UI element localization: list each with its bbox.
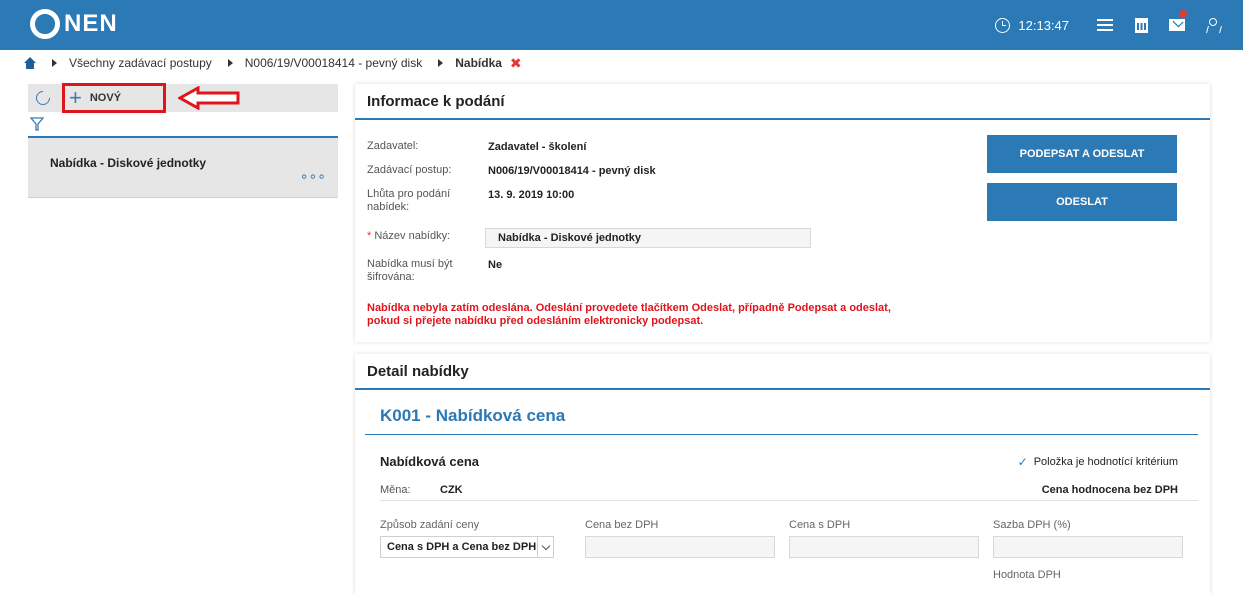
price-method-value: Cena s DPH a Cena bez DPH — [387, 541, 537, 553]
vat-rate-input[interactable] — [993, 536, 1183, 558]
offers-sidebar: + NOVÝ Nabídka - Diskové jednotky ∘∘∘ — [28, 83, 338, 198]
offer-name-value: Nabídka - Diskové jednotky — [498, 232, 642, 244]
home-icon[interactable] — [24, 57, 36, 69]
clock-icon — [995, 17, 1011, 33]
warning-line: pokud si přejete nabídku před odesláním … — [367, 315, 704, 327]
panel-title: Detail nabídky — [355, 354, 1210, 390]
list-item-title: Nabídka - Diskové jednotky — [50, 156, 207, 170]
list-item[interactable]: Nabídka - Diskové jednotky ∘∘∘ — [28, 136, 338, 198]
offer-detail-panel: Detail nabídky K001 - Nabídková cena Nab… — [355, 354, 1210, 594]
menu-icon — [1097, 19, 1113, 31]
offer-name-field[interactable]: Nabídka - Diskové jednotky — [485, 228, 811, 248]
calculator-icon — [1134, 17, 1148, 33]
sign-and-send-button[interactable]: PODEPSAT A ODESLAT — [987, 135, 1177, 173]
section-divider — [365, 434, 1198, 435]
breadcrumb-all-procedures[interactable]: Všechny zadávací postupy — [69, 56, 212, 70]
info-label: Zadávací postup: — [367, 164, 452, 176]
logo-text: NEN — [64, 10, 118, 37]
more-options-icon[interactable]: ∘∘∘ — [300, 169, 326, 183]
check-icon: ✓ — [1017, 455, 1028, 469]
panel-title: Informace k podání — [355, 84, 1210, 120]
new-offer-button[interactable]: + NOVÝ — [62, 83, 166, 113]
breadcrumb-current: Nabídka — [455, 56, 502, 70]
logo-mark-icon — [30, 9, 60, 39]
mail-icon — [1169, 19, 1185, 31]
price-without-vat-input[interactable] — [585, 536, 775, 558]
currency-value: CZK — [440, 484, 463, 496]
vat-rate-label: Sazba DPH (%) — [993, 519, 1071, 531]
section-title: K001 - Nabídková cena — [380, 406, 566, 425]
breadcrumb: Všechny zadávací postupy N006/19/V000184… — [0, 50, 1243, 76]
user-button[interactable] — [1195, 0, 1231, 50]
info-value: N006/19/V00018414 - pevný disk — [488, 165, 656, 177]
required-marker: * — [367, 230, 372, 242]
price-without-vat-label: Cena bez DPH — [585, 519, 659, 531]
price-with-vat-label: Cena s DPH — [789, 519, 851, 531]
plus-icon: + — [69, 85, 82, 110]
info-label-text: Název nabídky: — [374, 230, 451, 242]
criterion-indicator: ✓ Položka je hodnotící kritérium — [1018, 455, 1178, 469]
filter-icon[interactable] — [30, 117, 44, 131]
warning-line: Nabídka nebyla zatím odeslána. Odeslání … — [367, 302, 891, 314]
sidebar-toolbar: + NOVÝ — [28, 83, 338, 113]
top-bar: NEN 12:13:47 — [0, 0, 1243, 50]
chevron-down-icon — [537, 537, 553, 557]
currency-label: Měna: — [380, 484, 411, 496]
price-title: Nabídková cena — [380, 454, 479, 469]
vat-value-label: Hodnota DPH — [993, 569, 1061, 581]
info-label: Nabídka musí být šifrována: — [367, 258, 453, 283]
submission-info-panel: Informace k podání Zadavatel: Zadavatel … — [355, 84, 1210, 342]
info-value: Ne — [488, 259, 503, 271]
criterion-label: Položka je hodnotící kritérium — [1033, 456, 1178, 468]
info-value: 13. 9. 2019 10:00 — [488, 189, 575, 201]
clock-time: 12:13:47 — [1018, 17, 1069, 33]
calculator-button[interactable] — [1123, 0, 1159, 50]
breadcrumb-arrow-icon — [227, 59, 233, 67]
breadcrumb-arrow-icon — [52, 59, 57, 67]
info-label: Lhůta pro podání nabídek: — [367, 188, 451, 213]
evaluation-note: Cena hodnocena bez DPH — [1041, 484, 1178, 496]
top-bar-actions: 12:13:47 — [995, 0, 1243, 50]
price-with-vat-input[interactable] — [789, 536, 979, 558]
refresh-icon[interactable] — [33, 88, 53, 108]
not-sent-warning: Nabídka nebyla zatím odeslána. Odeslání … — [367, 302, 1087, 328]
close-tab-icon[interactable]: ✖ — [510, 55, 522, 72]
divider — [380, 500, 1198, 501]
user-icon — [1207, 17, 1219, 33]
info-label: * Název nabídky: — [367, 230, 477, 243]
breadcrumb-procedure[interactable]: N006/19/V00018414 - pevný disk — [245, 56, 422, 70]
new-offer-label: NOVÝ — [89, 92, 122, 104]
breadcrumb-arrow-icon — [438, 59, 444, 67]
send-button[interactable]: ODESLAT — [987, 183, 1177, 221]
currency-row: Měna: CZK — [380, 484, 463, 496]
info-label: Zadavatel: — [367, 140, 419, 152]
filter-row — [28, 112, 338, 136]
menu-button[interactable] — [1087, 0, 1123, 50]
price-method-label: Způsob zadání ceny — [380, 519, 480, 531]
info-value: Zadavatel - školení — [488, 141, 587, 153]
notification-dot — [1179, 10, 1187, 18]
messages-button[interactable] — [1159, 0, 1195, 50]
price-method-select[interactable]: Cena s DPH a Cena bez DPH — [380, 536, 554, 558]
nen-logo[interactable]: NEN — [30, 9, 118, 39]
annotation-arrow-icon — [178, 86, 240, 110]
session-clock: 12:13:47 — [995, 17, 1069, 33]
